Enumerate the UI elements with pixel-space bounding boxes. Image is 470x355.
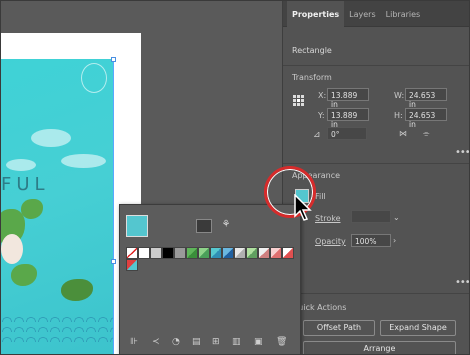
- w-label: W:: [394, 91, 405, 100]
- color-group-icon[interactable]: ▥: [232, 337, 241, 347]
- leaf-shape: [21, 199, 43, 219]
- leaf-shape: [11, 264, 37, 286]
- x-label: X:: [318, 91, 327, 100]
- swatch[interactable]: [210, 247, 222, 259]
- wave-pattern: [1, 314, 113, 322]
- tab-libraries[interactable]: Libraries: [381, 1, 426, 27]
- artwork-text: FUL: [1, 174, 50, 195]
- stroke-label[interactable]: Stroke: [315, 214, 341, 223]
- more-options-icon[interactable]: •••: [455, 277, 469, 288]
- panel-tabs: Properties Layers Libraries: [283, 1, 469, 27]
- swatch[interactable]: [138, 247, 150, 259]
- wave-pattern: [1, 324, 113, 332]
- divider: [283, 163, 469, 164]
- swatch-library-menu-icon[interactable]: ⊪: [130, 337, 138, 347]
- new-color-group-icon[interactable]: ▤: [192, 337, 201, 347]
- h-field[interactable]: 24.653 in: [405, 108, 447, 129]
- swatch-list-view-icon[interactable]: [196, 219, 212, 233]
- illustrator-window: FUL Properties Layers Libraries Rectangl…: [0, 0, 470, 355]
- swatch[interactable]: [150, 247, 162, 259]
- swatch-options-icon[interactable]: ◔: [172, 337, 180, 347]
- expand-shape-button[interactable]: Expand Shape: [380, 320, 456, 336]
- swatch[interactable]: [222, 247, 234, 259]
- more-options-icon[interactable]: •••: [455, 147, 469, 158]
- swatch[interactable]: [258, 247, 270, 259]
- divider: [283, 293, 469, 294]
- h-label: H:: [394, 111, 403, 120]
- offset-path-button[interactable]: Offset Path: [303, 320, 375, 336]
- cloud-shape: [6, 159, 36, 171]
- current-fill-swatch: [126, 215, 148, 237]
- swatch[interactable]: [282, 247, 294, 259]
- decorative-swirl: [81, 63, 107, 93]
- wave-pattern: [1, 334, 113, 342]
- angle-icon: ⊿: [313, 130, 321, 140]
- stroke-weight-field[interactable]: [351, 210, 391, 223]
- chevron-down-icon[interactable]: ⌄: [393, 213, 400, 222]
- transform-heading: Transform: [292, 73, 332, 82]
- mouse-cursor-icon: [294, 194, 312, 221]
- swatch[interactable]: [270, 247, 282, 259]
- selected-rectangle-artwork[interactable]: FUL: [1, 59, 114, 354]
- none-swatch[interactable]: [126, 247, 138, 259]
- swatch[interactable]: [174, 247, 186, 259]
- opacity-field[interactable]: 100%: [351, 234, 391, 247]
- flip-vertical-icon[interactable]: ⌯: [423, 129, 429, 139]
- swatch[interactable]: [162, 247, 174, 259]
- show-kinds-icon[interactable]: ≺: [152, 337, 160, 347]
- swatch[interactable]: [234, 247, 246, 259]
- reference-point-icon[interactable]: [293, 95, 305, 107]
- swatch-grid: [126, 247, 294, 259]
- selection-handle[interactable]: [111, 259, 116, 264]
- tab-layers[interactable]: Layers: [344, 1, 380, 27]
- flower-shape: [1, 234, 23, 264]
- flip-horizontal-icon[interactable]: ⋈: [399, 129, 407, 138]
- swatch[interactable]: [186, 247, 198, 259]
- divider: [283, 65, 469, 66]
- y-field[interactable]: 13.889 in: [327, 108, 369, 129]
- new-swatch-icon[interactable]: ⊞: [212, 337, 220, 347]
- new-swatch-icon[interactable]: ▣: [254, 337, 263, 347]
- rotate-angle-field[interactable]: 0°: [327, 127, 367, 140]
- object-type-label: Rectangle: [292, 46, 332, 55]
- delete-swatch-icon[interactable]: 🗑: [276, 337, 287, 347]
- cloud-shape: [61, 154, 106, 168]
- opacity-label[interactable]: Opacity: [315, 237, 346, 246]
- swatch[interactable]: [246, 247, 258, 259]
- swatch-libraries-icon[interactable]: ⚘: [218, 219, 234, 233]
- leaf-shape: [61, 279, 93, 301]
- swatch[interactable]: [126, 259, 138, 271]
- swatch[interactable]: [198, 247, 210, 259]
- arrange-button[interactable]: Arrange: [303, 341, 456, 354]
- chevron-right-icon[interactable]: ›: [393, 236, 396, 245]
- w-field[interactable]: 24.653 in: [405, 88, 447, 109]
- tab-properties[interactable]: Properties: [287, 1, 345, 27]
- fill-swatches-popup: ⚘ ⊪ ≺ ◔ ▤ ⊞ ▥ ▣ 🗑: [119, 204, 301, 354]
- cloud-shape: [31, 129, 71, 147]
- selection-handle[interactable]: [111, 57, 116, 62]
- x-field[interactable]: 13.889 in: [327, 88, 369, 109]
- fill-label[interactable]: Fill: [315, 192, 326, 201]
- y-label: Y:: [318, 111, 325, 120]
